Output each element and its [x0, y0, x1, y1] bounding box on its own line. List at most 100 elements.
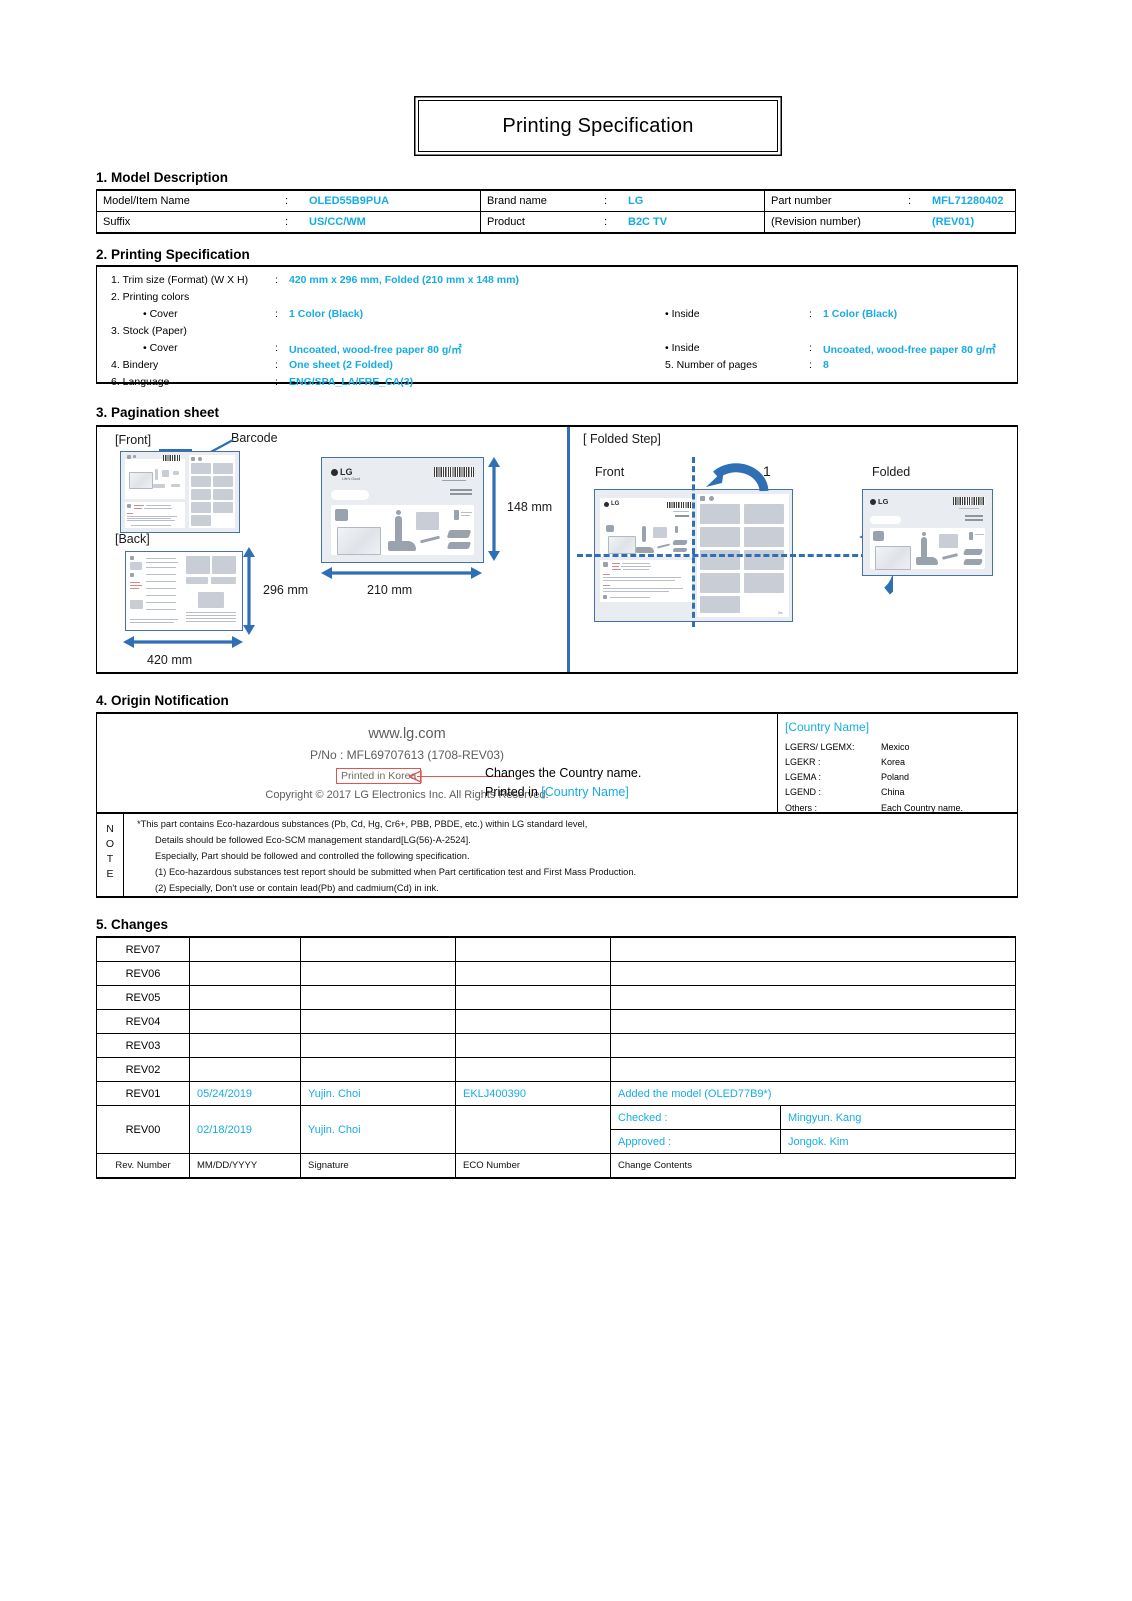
table-row: Suffix : US/CC/WM Product : B2C TV (Revi…: [96, 211, 1016, 234]
stock-paper-label: 3. Stock (Paper): [111, 325, 187, 337]
country-name-placeholder: [Country Name]: [541, 785, 629, 799]
folded-preview-large: LG Life's Good: [321, 457, 484, 563]
number-of-pages-value: 8: [823, 359, 829, 371]
width-210-arrow-icon: [321, 567, 482, 579]
rev-05-eco: [455, 985, 611, 1010]
dimension-296mm: 296 mm: [263, 583, 309, 597]
dimension-148mm: 148 mm: [507, 500, 553, 514]
rev-01-eco: EKLJ400390: [455, 1081, 611, 1106]
inside-stock-label: • Inside: [665, 342, 700, 354]
lg-brand-subtext: Life's Good: [342, 477, 361, 481]
table-row: REV06: [96, 961, 1016, 986]
note-letter-t: T: [106, 853, 114, 865]
rev-06-date: [189, 961, 301, 986]
suffix-label: Suffix: [96, 211, 279, 234]
barcode-label: Barcode: [231, 431, 278, 445]
inside-stock-value: Uncoated, wood-free paper 80 g/㎡: [823, 344, 996, 356]
note-letter-n: N: [106, 823, 114, 835]
bindery-value: One sheet (2 Folded): [289, 359, 393, 371]
lg-logo-icon: [331, 468, 338, 476]
colon-6: [902, 211, 926, 234]
page-title: Printing Specification: [502, 114, 694, 137]
footer-date-format: MM/DD/YYYY: [189, 1153, 301, 1179]
part-number-label: Part number: [764, 189, 902, 212]
trim-size-label: 1. Trim size (Format) (W X H): [111, 274, 249, 286]
rev-03-signature: [300, 1033, 456, 1058]
origin-notification-box: www.lg.com P/No : MFL69707613 (1708-REV0…: [96, 712, 1018, 898]
note-line-1: Details should be followed Eco-SCM manag…: [155, 835, 471, 845]
front-page-thumbnail: [120, 451, 240, 533]
country-key-3: LGEND :: [785, 787, 822, 797]
height-296-arrow-icon: [243, 547, 255, 635]
rev-00-approved-cell: Approved : Jongok. Kim: [610, 1129, 1016, 1154]
revision-number-value: (REV01): [926, 211, 1016, 234]
cover-color-colon: :: [275, 308, 278, 320]
country-key-1: LGEKR :: [785, 757, 821, 767]
rev-00-date: 02/18/2019: [189, 1105, 301, 1154]
table-row: Model/Item Name : OLED55B9PUA Brand name…: [96, 189, 1016, 212]
country-value-1: Korea: [881, 757, 906, 767]
brand-name-label: Brand name: [480, 189, 598, 212]
colon-5: :: [598, 211, 622, 234]
country-table-header: [Country Name]: [785, 720, 870, 734]
bindery-colon: :: [275, 359, 278, 371]
rev-02-eco: [455, 1057, 611, 1082]
cover-color-value: 1 Color (Black): [289, 308, 364, 320]
dimension-420mm: 420 mm: [147, 653, 193, 667]
revision-number-label: (Revision number): [764, 211, 902, 234]
back-page-thumbnail: [125, 551, 243, 631]
colon-4: :: [279, 211, 303, 234]
language-colon: :: [275, 376, 278, 388]
cover-stock-colon: :: [275, 342, 278, 354]
folded-result-thumbnail: LG: [862, 489, 993, 576]
country-table-divider: [777, 714, 778, 812]
cover-stock-label: • Cover: [143, 342, 178, 354]
document-title-box: Printing Specification: [418, 100, 778, 152]
rev-03-date: [189, 1033, 301, 1058]
language-label: 6. Language: [111, 376, 170, 388]
front-label: [Front]: [115, 433, 152, 447]
rev-02-date: [189, 1057, 301, 1082]
table-row: REV04: [96, 1009, 1016, 1034]
dimension-210mm: 210 mm: [367, 583, 413, 597]
inside-stock-colon: :: [809, 342, 812, 354]
approved-label: Approved :: [618, 1135, 672, 1148]
note-line-4: (2) Especially, Don't use or contain lea…: [155, 883, 439, 893]
rev-01-signature: Yujin. Choi: [300, 1081, 456, 1106]
note-letter-o: O: [105, 838, 115, 850]
folded-step-result-label: Folded: [872, 465, 911, 479]
rev-00-eco: [455, 1105, 611, 1154]
language-value: ENG/SPA_LA/FRE_CA(3): [289, 376, 414, 388]
approved-value: Jongok. Kim: [780, 1130, 1015, 1153]
width-420-arrow-icon: [123, 636, 243, 648]
rev-04-label: REV04: [96, 1009, 190, 1034]
printing-specification-box: 1. Trim size (Format) (W X H) : 420 mm x…: [96, 265, 1018, 388]
section-2-heading: 2. Printing Specification: [96, 247, 250, 262]
vertical-fold-line: [692, 457, 695, 627]
brand-name-value: LG: [622, 189, 765, 212]
rev-02-signature: [300, 1057, 456, 1082]
colon-2: :: [598, 189, 622, 212]
rev-05-date: [189, 985, 301, 1010]
note-letters-divider: [123, 812, 124, 896]
note-line-0: *This part contains Eco-hazardous substa…: [137, 819, 588, 829]
rev-06-contents: [610, 961, 1016, 986]
change-country-note: Changes the Country name.: [485, 766, 642, 780]
table-footer-row: Rev. Number MM/DD/YYYY Signature ECO Num…: [96, 1153, 1016, 1179]
bindery-label: 4. Bindery: [111, 359, 159, 371]
table-row: REV01 05/24/2019 Yujin. Choi EKLJ400390 …: [96, 1081, 1016, 1106]
website-text: www.lg.com: [368, 726, 446, 742]
footer-signature: Signature: [300, 1153, 456, 1179]
rev-07-contents: [610, 936, 1016, 962]
rev-01-contents: Added the model (OLED77B9*): [610, 1081, 1016, 1106]
country-value-3: China: [881, 787, 905, 797]
front-step-label: Front: [595, 465, 625, 479]
section-3-heading: 3. Pagination sheet: [96, 405, 220, 420]
note-letters: N O T E: [97, 822, 123, 882]
rev-03-eco: [455, 1033, 611, 1058]
rev-07-eco: [455, 936, 611, 962]
barcode-icon: [434, 467, 474, 477]
table-row: REV00 02/18/2019 Yujin. Choi Checked : M…: [96, 1105, 1016, 1154]
country-value-0: Mexico: [881, 742, 910, 752]
pagination-sheet-box: [Front] [Back] Barcode 296 mm 420 mm LG …: [96, 425, 1018, 674]
